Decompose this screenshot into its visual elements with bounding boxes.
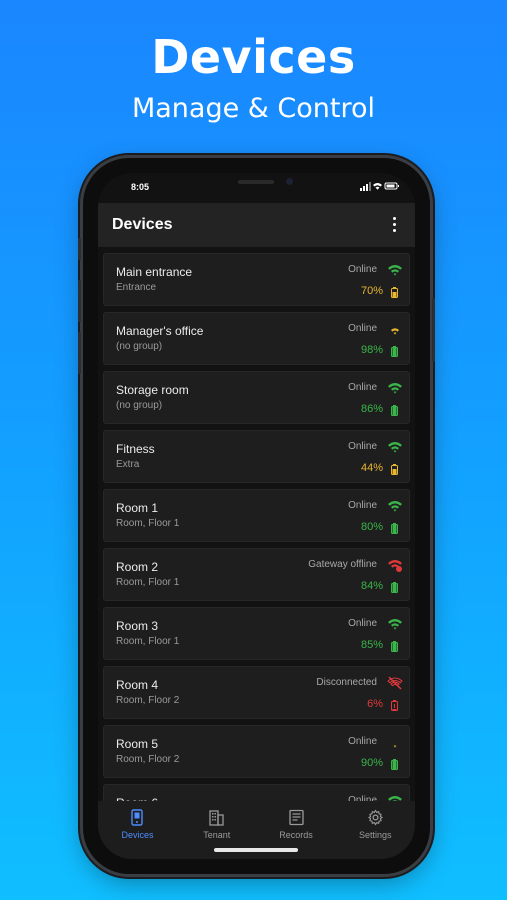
volume-down-button bbox=[78, 332, 81, 374]
more-vert-icon[interactable] bbox=[390, 217, 400, 235]
battery-percent: 6% bbox=[367, 698, 383, 710]
battery-icon bbox=[391, 757, 398, 770]
device-group: (no group) bbox=[116, 341, 163, 352]
hero-subtitle: Manage & Control bbox=[131, 93, 376, 124]
device-group: Room, Floor 2 bbox=[116, 695, 180, 706]
device-group: Room, Floor 1 bbox=[116, 577, 180, 588]
device-group: Entrance bbox=[116, 282, 157, 293]
wifi-strong-icon bbox=[387, 617, 403, 631]
device-group: Room, Floor 1 bbox=[116, 518, 180, 529]
device-card[interactable]: Room 3 Room, Floor 1 Online 85% bbox=[103, 607, 410, 660]
device-name: Room 4 bbox=[116, 678, 159, 692]
wifi-medium-icon bbox=[387, 322, 403, 336]
device-name: Fitness bbox=[116, 442, 155, 456]
device-card[interactable]: Storage room (no group) Online 86% bbox=[103, 371, 410, 424]
device-group: Room, Floor 2 bbox=[116, 754, 180, 765]
page-title: Devices bbox=[112, 216, 173, 233]
device-card[interactable]: Room 1 Room, Floor 1 Online 80% bbox=[103, 489, 410, 542]
device-status: Online bbox=[348, 323, 377, 334]
battery-icon bbox=[391, 462, 398, 475]
wifi-strong-icon bbox=[387, 440, 403, 454]
device-status: Online bbox=[348, 618, 377, 629]
device-card[interactable]: Room 2 Room, Floor 1 Gateway offline 84% bbox=[103, 548, 410, 601]
battery-percent: 80% bbox=[360, 521, 383, 533]
device-status: Online bbox=[348, 500, 377, 511]
battery-icon bbox=[391, 580, 398, 593]
wifi-weak-icon bbox=[387, 735, 403, 749]
power-button bbox=[432, 298, 435, 362]
nav-label: Settings bbox=[358, 830, 392, 840]
device-card[interactable]: Fitness Extra Online 44% bbox=[103, 430, 410, 483]
device-status: Online bbox=[348, 382, 377, 393]
device-name: Room 3 bbox=[116, 619, 159, 633]
screen: 8:05 Devices Main entrance Entrance Onli… bbox=[98, 173, 415, 859]
tenant-building-icon bbox=[208, 809, 225, 826]
wifi-off-icon bbox=[387, 676, 403, 690]
device-group: Room, Floor 1 bbox=[116, 636, 180, 647]
device-card[interactable]: Main entrance Entrance Online 70% bbox=[103, 253, 410, 306]
device-card[interactable]: Manager's office (no group) Online 98% bbox=[103, 312, 410, 365]
status-icons bbox=[360, 182, 399, 191]
status-time: 8:05 bbox=[131, 182, 150, 192]
battery-icon bbox=[391, 403, 398, 416]
battery-percent: 44% bbox=[360, 462, 383, 474]
records-icon bbox=[288, 809, 305, 826]
status-bar: 8:05 bbox=[98, 173, 415, 203]
wifi-strong-icon bbox=[387, 263, 403, 277]
wifi-strong-icon bbox=[387, 794, 403, 801]
device-name: Manager's office bbox=[116, 324, 204, 338]
device-status: Online bbox=[348, 736, 377, 747]
front-camera bbox=[286, 178, 293, 185]
volume-up-button bbox=[78, 280, 81, 322]
hero-title: Devices bbox=[151, 30, 356, 84]
battery-icon bbox=[391, 521, 398, 534]
nav-item-settings[interactable]: Settings bbox=[336, 801, 415, 859]
wifi-strong-icon bbox=[387, 381, 403, 395]
battery-percent: 70% bbox=[360, 285, 383, 297]
device-name: Main entrance bbox=[116, 265, 193, 279]
device-list[interactable]: Main entrance Entrance Online 70% Manage… bbox=[103, 253, 410, 801]
devices-icon bbox=[129, 809, 146, 826]
device-group: Extra bbox=[116, 459, 140, 470]
battery-icon bbox=[391, 639, 398, 652]
wifi-strong-icon bbox=[387, 499, 403, 513]
home-indicator bbox=[214, 848, 298, 852]
battery-icon bbox=[391, 698, 398, 711]
device-status: Online bbox=[348, 441, 377, 452]
nav-label: Tenant bbox=[203, 830, 231, 840]
battery-icon bbox=[391, 344, 398, 357]
device-status: Gateway offline bbox=[308, 559, 377, 570]
device-name: Room 5 bbox=[116, 737, 159, 751]
device-name: Storage room bbox=[116, 383, 189, 397]
battery-percent: 84% bbox=[360, 580, 383, 592]
device-group: (no group) bbox=[116, 400, 163, 411]
phone-frame: 8:05 Devices Main entrance Entrance Onli… bbox=[78, 158, 435, 874]
app-bar: Devices bbox=[98, 203, 415, 247]
battery-percent: 85% bbox=[360, 639, 383, 651]
battery-percent: 86% bbox=[360, 403, 383, 415]
device-card[interactable]: Room 5 Room, Floor 2 Online 90% bbox=[103, 725, 410, 778]
device-card[interactable]: Room 6 Online bbox=[103, 784, 410, 801]
nav-label: Records bbox=[279, 830, 313, 840]
device-status: Online bbox=[348, 264, 377, 275]
device-name: Room 1 bbox=[116, 501, 159, 515]
battery-percent: 90% bbox=[360, 757, 383, 769]
nav-item-devices[interactable]: Devices bbox=[98, 801, 177, 859]
speaker bbox=[238, 180, 274, 184]
wifi-gateway-offline-icon bbox=[387, 558, 403, 572]
nav-label: Devices bbox=[121, 830, 154, 840]
device-card[interactable]: Room 4 Room, Floor 2 Disconnected 6% bbox=[103, 666, 410, 719]
battery-percent: 98% bbox=[360, 344, 383, 356]
device-name: Room 2 bbox=[116, 560, 159, 574]
gear-icon bbox=[367, 809, 384, 826]
device-status: Disconnected bbox=[316, 677, 377, 688]
battery-icon bbox=[391, 285, 398, 298]
mute-switch bbox=[78, 238, 81, 260]
